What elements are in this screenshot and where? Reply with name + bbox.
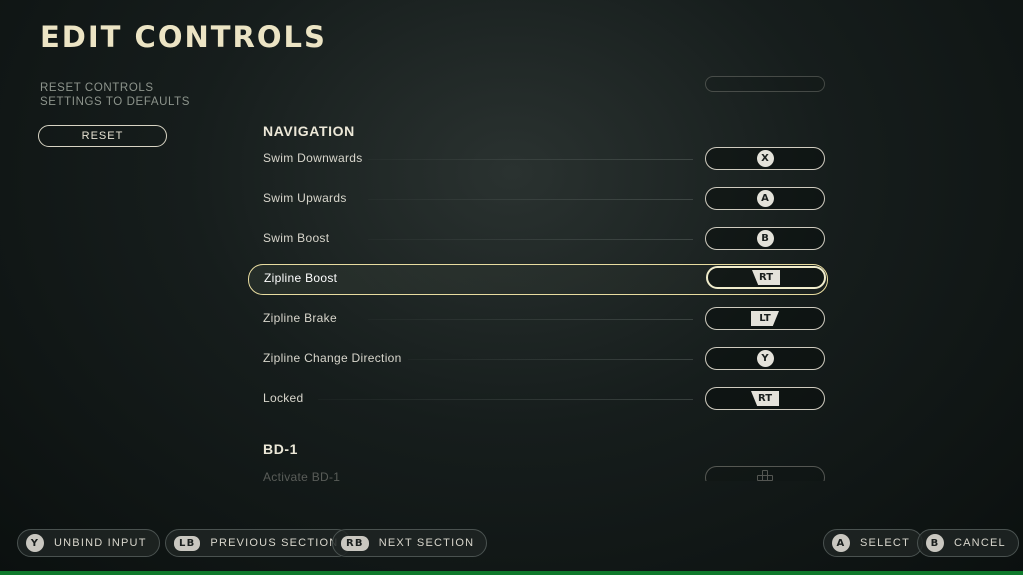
next-section-button[interactable]: RB NEXT SECTION — [332, 529, 488, 557]
b-button-icon: B — [926, 534, 944, 552]
a-button-icon: A — [756, 190, 774, 207]
row-divider — [368, 199, 693, 200]
a-button-icon: A — [832, 534, 850, 552]
reset-description-line2: SETTINGS TO DEFAULTS — [40, 96, 191, 108]
control-label: Zipline Boost — [264, 271, 338, 285]
rb-bumper-icon: RB — [341, 535, 369, 551]
row-divider — [368, 319, 693, 320]
control-label: Locked — [263, 391, 304, 405]
control-row-zipline-change-direction[interactable]: Zipline Change Direction Y — [248, 344, 828, 374]
control-label: Zipline Change Direction — [263, 351, 402, 365]
reset-description: RESET CONTROLS SETTINGS TO DEFAULTS — [40, 81, 240, 109]
scrolled-out-row — [248, 68, 828, 98]
control-row-locked[interactable]: Locked RT — [248, 384, 828, 414]
binding-button[interactable]: B — [705, 227, 825, 250]
select-button[interactable]: A SELECT — [823, 529, 923, 557]
previous-section-label: PREVIOUS SECTION — [210, 537, 339, 549]
bottom-status-bar — [0, 571, 1023, 575]
page-title: EDIT CONTROLS — [40, 20, 327, 54]
control-label: Activate BD-1 — [263, 470, 341, 481]
next-section-label: NEXT SECTION — [378, 537, 475, 549]
section-title-bd1: BD-1 — [263, 441, 299, 457]
binding-button[interactable]: RT — [705, 387, 825, 410]
x-button-icon: X — [756, 150, 774, 167]
unbind-input-button[interactable]: Y UNBIND INPUT — [17, 529, 160, 557]
binding-button-faded — [705, 76, 825, 92]
row-divider — [368, 239, 693, 240]
control-row-zipline-brake[interactable]: Zipline Brake LT — [248, 304, 828, 334]
control-row-zipline-boost[interactable]: Zipline Boost RT — [248, 264, 828, 295]
dpad-icon — [757, 469, 773, 481]
binding-button[interactable]: X — [705, 147, 825, 170]
control-label: Swim Downwards — [263, 151, 363, 165]
control-row-swim-downwards[interactable]: Swim Downwards X — [248, 144, 828, 174]
control-row-swim-boost[interactable]: Swim Boost B — [248, 224, 828, 254]
binding-button[interactable] — [705, 466, 825, 481]
b-button-icon: B — [756, 230, 774, 247]
previous-section-button[interactable]: LB PREVIOUS SECTION — [165, 529, 352, 557]
lb-bumper-icon: LB — [174, 535, 201, 551]
select-label: SELECT — [860, 537, 910, 549]
reset-button[interactable]: RESET — [38, 125, 167, 147]
row-divider — [408, 359, 693, 360]
rt-trigger-icon: RT — [752, 270, 780, 285]
control-row-activate-bd1[interactable]: Activate BD-1 — [248, 463, 828, 481]
control-label: Swim Upwards — [263, 191, 347, 205]
row-divider — [368, 159, 693, 160]
control-label: Swim Boost — [263, 231, 330, 245]
y-button-icon: Y — [756, 350, 774, 367]
y-button-icon: Y — [26, 534, 44, 552]
rt-trigger-icon: RT — [751, 391, 779, 406]
binding-button[interactable]: RT — [706, 266, 826, 289]
unbind-input-label: UNBIND INPUT — [54, 537, 147, 549]
reset-description-line1: RESET CONTROLS — [40, 82, 154, 94]
row-divider — [318, 399, 693, 400]
cancel-label: CANCEL — [954, 537, 1006, 549]
lt-trigger-icon: LT — [751, 311, 779, 326]
binding-button[interactable]: LT — [705, 307, 825, 330]
control-label: Zipline Brake — [263, 311, 337, 325]
control-row-swim-upwards[interactable]: Swim Upwards A — [248, 184, 828, 214]
cancel-button[interactable]: B CANCEL — [917, 529, 1019, 557]
binding-button[interactable]: Y — [705, 347, 825, 370]
binding-button[interactable]: A — [705, 187, 825, 210]
section-title-navigation: NAVIGATION — [263, 123, 355, 139]
